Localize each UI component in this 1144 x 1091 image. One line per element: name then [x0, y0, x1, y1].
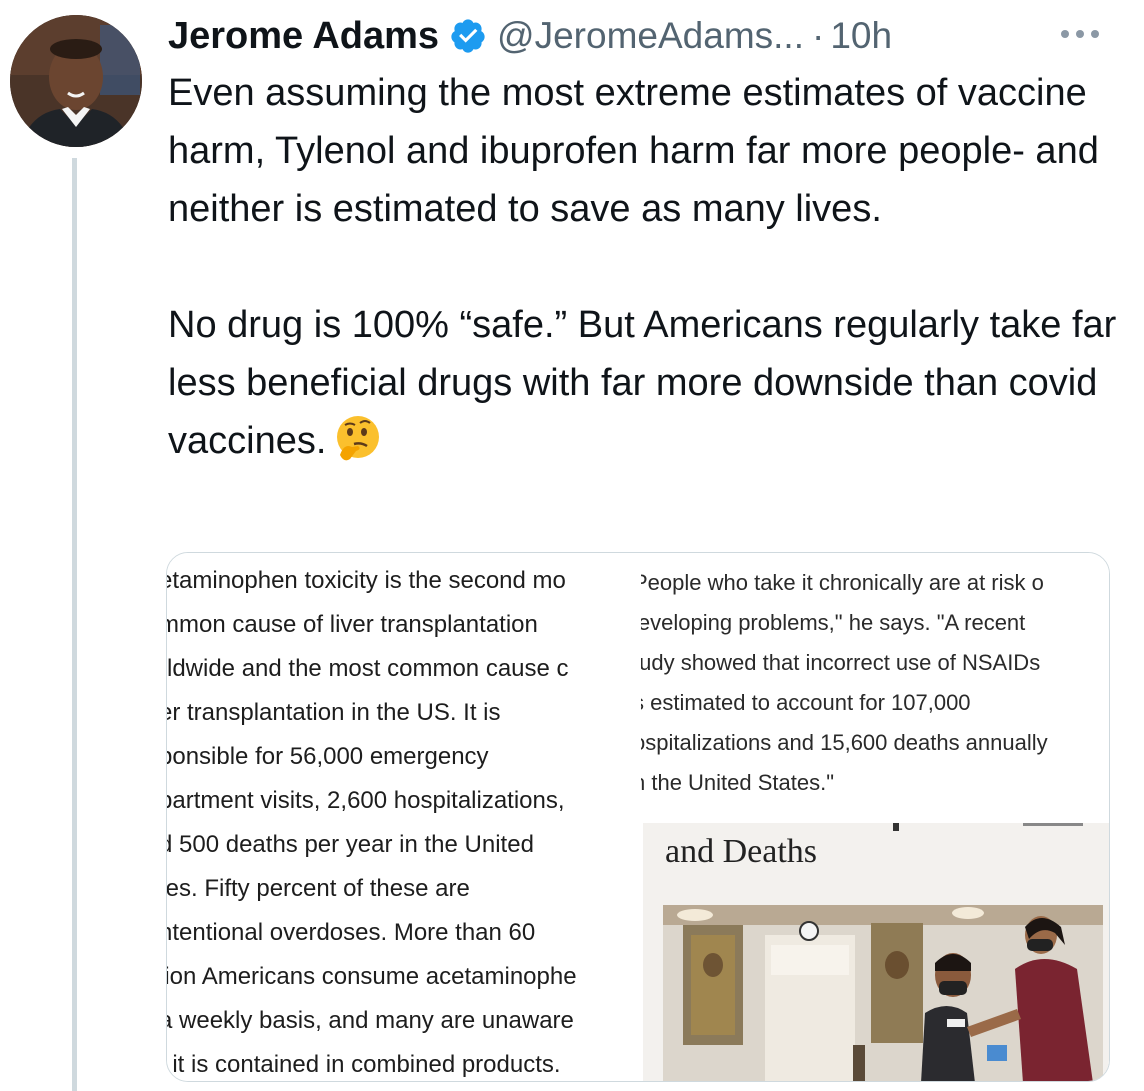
- more-options-icon[interactable]: [1055, 14, 1105, 54]
- media-image-article[interactable]: and Deaths: [643, 823, 1109, 1081]
- author-handle[interactable]: @JeromeAdams...: [497, 15, 804, 57]
- text-line: ospitalizations and 15,600 deaths annual…: [641, 730, 1048, 755]
- separator-dot: ·: [811, 15, 825, 56]
- avatar[interactable]: [10, 15, 142, 147]
- article-title: and Deaths: [665, 833, 818, 870]
- tweet-media[interactable]: etaminophen toxicity is the second mo mm…: [166, 552, 1110, 1082]
- media-image-acetaminophen[interactable]: etaminophen toxicity is the second mo mm…: [167, 553, 639, 1081]
- thread-connector-line: [72, 158, 77, 1091]
- text-line: partment visits, 2,600 hospitalizations,: [167, 787, 565, 814]
- text-line: er transplantation in the US. It is: [167, 699, 501, 726]
- verified-badge-icon: [451, 19, 485, 53]
- text-line: d 500 deaths per year in the United: [167, 831, 534, 858]
- text-line: ponsible for 56,000 emergency: [167, 743, 489, 770]
- acetaminophen-text: etaminophen toxicity is the second mo mm…: [167, 559, 639, 1081]
- tweet-paragraph-1: Even assuming the most extreme estimates…: [168, 72, 1099, 230]
- author-name[interactable]: Jerome Adams: [168, 15, 439, 58]
- text-line: s estimated to account for 107,000: [641, 690, 971, 715]
- text-line: leveloping problems," he says. "A recent: [641, 610, 1026, 635]
- tweet-header: Jerome Adams @JeromeAdams... · 10h: [168, 8, 892, 64]
- cut-heading-fragment: [893, 823, 1083, 831]
- text-line: tudy showed that incorrect use of NSAIDs: [641, 650, 1041, 675]
- text-line: a weekly basis, and many are unaware: [167, 1007, 574, 1034]
- thinking-face-emoji-icon: [337, 416, 380, 461]
- text-line: lion Americans consume acetaminophe: [167, 963, 577, 990]
- vaccination-photo: [663, 905, 1103, 1081]
- text-line: ntentional overdoses. More than 60: [167, 919, 536, 946]
- tweet-text: Even assuming the most extreme estimates…: [168, 64, 1118, 470]
- text-line: etaminophen toxicity is the second mo: [167, 567, 566, 594]
- avatar-photo: [10, 15, 142, 147]
- text-line: mmon cause of liver transplantation: [167, 611, 538, 638]
- text-line: n the United States.": [641, 770, 835, 795]
- text-line: t it is contained in combined products.: [167, 1051, 561, 1078]
- nsaids-text: People who take it chronically are at ri…: [641, 563, 1109, 803]
- timestamp[interactable]: 10h: [830, 15, 892, 57]
- tweet-paragraph-2: No drug is 100% “safe.” But Americans re…: [168, 296, 1118, 470]
- text-line: tes. Fifty percent of these are: [167, 875, 470, 902]
- tweet-paragraph-2-text: No drug is 100% “safe.” But Americans re…: [168, 304, 1117, 462]
- text-line: rldwide and the most common cause c: [167, 655, 569, 682]
- text-line: People who take it chronically are at ri…: [641, 570, 1044, 595]
